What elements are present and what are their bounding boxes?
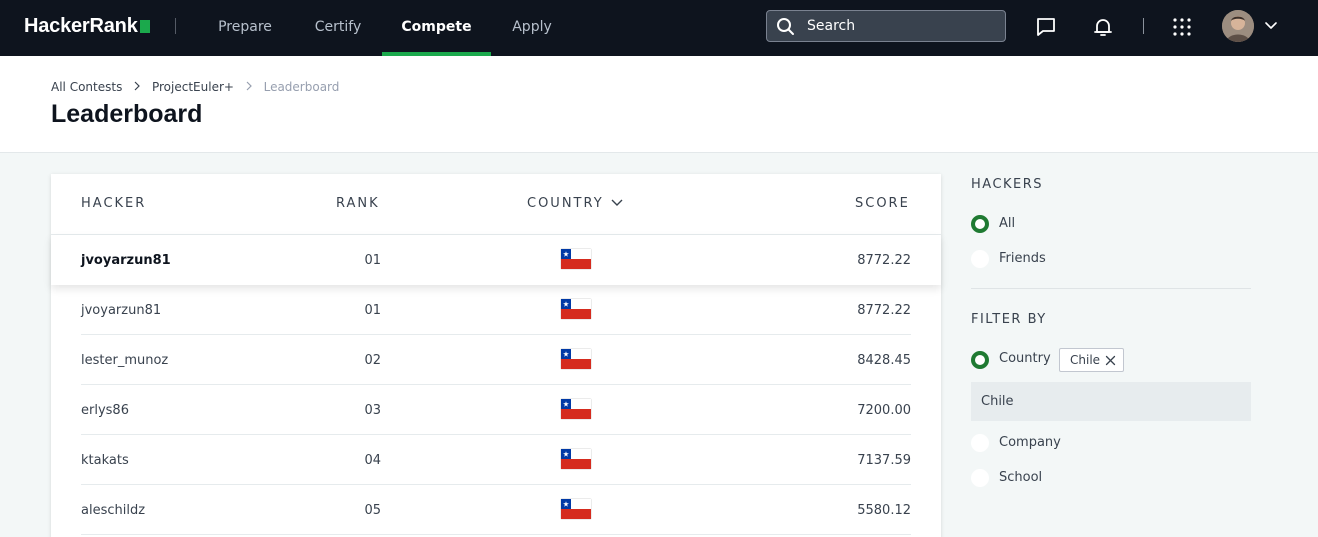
column-header-rank: RANK bbox=[336, 196, 380, 211]
top-nav: HackerRank Prepare Certify Compete Apply… bbox=[0, 0, 1318, 56]
table-row: ktakats 04 7137.59 bbox=[51, 435, 941, 485]
country-suggestion-option[interactable]: Chile bbox=[971, 382, 1251, 421]
radio-country[interactable] bbox=[971, 351, 989, 369]
search-placeholder: Search bbox=[807, 18, 856, 34]
hacker-score: 8772.22 bbox=[857, 253, 911, 268]
radio-friends[interactable] bbox=[971, 250, 989, 268]
nav-divider-right bbox=[1143, 18, 1144, 34]
radio-friends-label[interactable]: Friends bbox=[999, 251, 1046, 266]
logo-square-icon bbox=[139, 20, 150, 33]
hacker-rank: 01 bbox=[364, 253, 381, 268]
hacker-name[interactable]: erlys86 bbox=[81, 403, 129, 418]
radio-company-label[interactable]: Company bbox=[999, 435, 1061, 450]
nav-item-certify[interactable]: Certify bbox=[298, 0, 378, 56]
filter-by-heading: FILTER BY bbox=[971, 312, 1047, 327]
table-row: lester_munoz 02 8428.45 bbox=[51, 335, 941, 385]
hacker-rank: 03 bbox=[364, 403, 381, 418]
chevron-right-icon bbox=[245, 80, 253, 94]
page-title: Leaderboard bbox=[51, 100, 203, 128]
table-row: aleschildz 05 5580.12 bbox=[51, 485, 941, 535]
avatar[interactable] bbox=[1222, 10, 1254, 42]
avatar-photo-icon bbox=[1222, 10, 1254, 42]
hacker-name[interactable]: jvoyarzun81 bbox=[81, 303, 161, 318]
chile-flag-icon bbox=[561, 349, 591, 369]
chevron-right-icon bbox=[133, 80, 141, 94]
search-input[interactable]: Search bbox=[766, 10, 1006, 42]
nav-item-prepare[interactable]: Prepare bbox=[205, 0, 285, 56]
hacker-name[interactable]: aleschildz bbox=[81, 503, 145, 518]
radio-school[interactable] bbox=[971, 469, 989, 487]
apps-grid-icon[interactable] bbox=[1172, 17, 1192, 37]
hacker-rank: 02 bbox=[364, 353, 381, 368]
row-divider bbox=[81, 534, 911, 535]
sidebar-divider bbox=[971, 288, 1251, 289]
chile-flag-icon bbox=[561, 399, 591, 419]
breadcrumb-all-contests[interactable]: All Contests bbox=[51, 80, 122, 94]
radio-all-label[interactable]: All bbox=[999, 216, 1015, 231]
nav-divider bbox=[175, 18, 176, 34]
breadcrumb-current: Leaderboard bbox=[263, 79, 340, 94]
logo[interactable]: HackerRank bbox=[24, 15, 150, 38]
breadcrumb-projecteuler[interactable]: ProjectEuler+ bbox=[152, 80, 234, 94]
country-filter-chip: Chile bbox=[1059, 348, 1124, 372]
leaderboard-table: HACKER RANK COUNTRY SCORE jvoyarzun81 01 8… bbox=[51, 174, 941, 537]
page-header: All Contests ProjectEuler+ Leaderboard L… bbox=[0, 56, 1318, 153]
table-row-current-user: jvoyarzun81 01 8772.22 bbox=[51, 235, 941, 285]
hacker-rank: 04 bbox=[364, 453, 381, 468]
hacker-name[interactable]: lester_munoz bbox=[81, 353, 168, 368]
logo-text: HackerRank bbox=[24, 15, 138, 37]
chevron-down-icon[interactable] bbox=[1264, 19, 1278, 33]
nav-item-apply[interactable]: Apply bbox=[492, 0, 572, 56]
column-header-hacker: HACKER bbox=[81, 196, 147, 211]
chile-flag-icon bbox=[561, 299, 591, 319]
hacker-name[interactable]: ktakats bbox=[81, 453, 129, 468]
radio-country-label[interactable]: Country bbox=[999, 351, 1051, 366]
breadcrumb: All Contests ProjectEuler+ Leaderboard bbox=[51, 79, 339, 94]
nav-item-compete[interactable]: Compete bbox=[382, 0, 491, 56]
column-header-country-label: COUNTRY bbox=[527, 196, 604, 211]
hacker-rank: 01 bbox=[364, 303, 381, 318]
messages-icon[interactable] bbox=[1035, 16, 1057, 38]
country-chip-label: Chile bbox=[1070, 353, 1101, 367]
chile-flag-icon bbox=[561, 449, 591, 469]
column-header-score: SCORE bbox=[855, 196, 910, 211]
chevron-down-icon bbox=[611, 199, 623, 206]
notifications-bell-icon[interactable] bbox=[1092, 16, 1114, 38]
hacker-score: 8428.45 bbox=[857, 353, 911, 368]
radio-school-label[interactable]: School bbox=[999, 470, 1042, 485]
hacker-score: 7137.59 bbox=[857, 453, 911, 468]
table-row: erlys86 03 7200.00 bbox=[51, 385, 941, 435]
radio-company[interactable] bbox=[971, 434, 989, 452]
hacker-rank: 05 bbox=[364, 503, 381, 518]
hacker-score: 5580.12 bbox=[857, 503, 911, 518]
hacker-name[interactable]: jvoyarzun81 bbox=[81, 253, 171, 268]
hacker-score: 8772.22 bbox=[857, 303, 911, 318]
column-header-country[interactable]: COUNTRY bbox=[527, 196, 624, 211]
chile-flag-icon bbox=[561, 499, 591, 519]
close-icon[interactable] bbox=[1105, 355, 1116, 366]
radio-all[interactable] bbox=[971, 215, 989, 233]
hackers-heading: HACKERS bbox=[971, 177, 1044, 192]
table-row: jvoyarzun81 01 8772.22 bbox=[51, 285, 941, 335]
chile-flag-icon bbox=[561, 249, 591, 269]
hacker-score: 7200.00 bbox=[857, 403, 911, 418]
country-suggestion-label: Chile bbox=[981, 394, 1014, 409]
search-icon bbox=[777, 18, 794, 35]
